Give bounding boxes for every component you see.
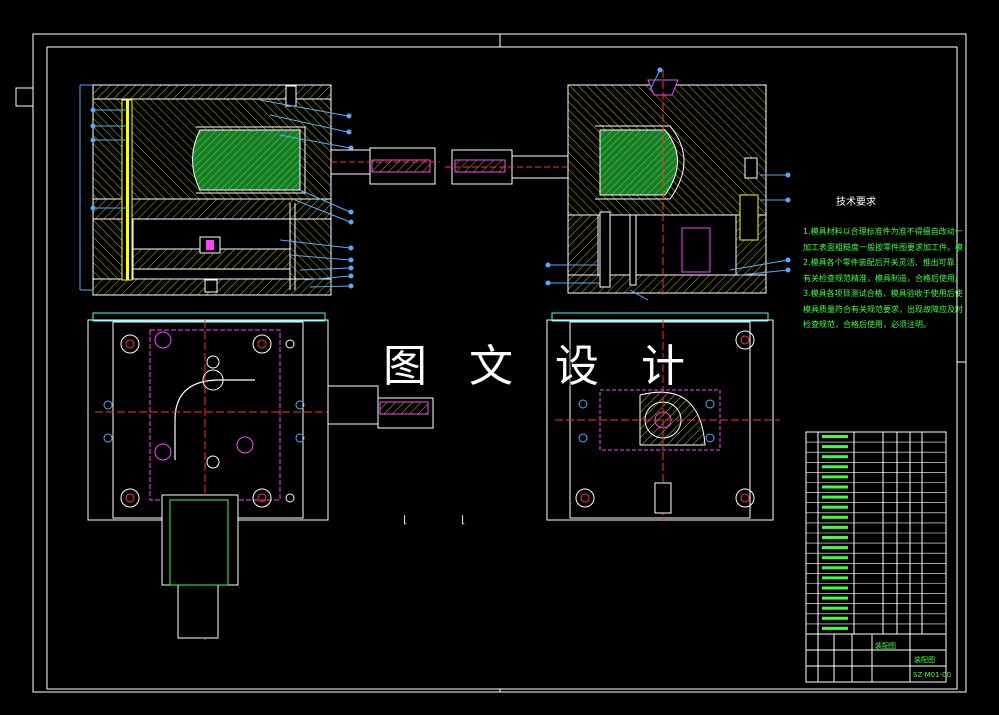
- parts-row-entry: [822, 505, 848, 509]
- tech-note: 有关检查规范精准，模具制造，合格后使用。: [803, 273, 963, 283]
- title-block-drawing-name: 装配图: [914, 656, 935, 664]
- parts-list-rows: [806, 431, 946, 630]
- section-view-right: [567, 70, 767, 295]
- tech-note: 模具质量符合有关规范要求，出现故障应及时修理，: [803, 304, 963, 314]
- parts-row-entry: [822, 586, 848, 590]
- tech-note: 2.模具各个零件装配后开关灵活、推出可靠: [803, 258, 955, 267]
- tech-note: 1.模具材料以合理标准件为准不得擅自改动一般按工装规范。: [803, 227, 963, 236]
- view-mark-right: ⌊: [460, 515, 467, 526]
- parts-row-entry: [822, 495, 848, 499]
- parts-row-entry: [822, 435, 848, 438]
- parts-row-entry: [822, 465, 848, 469]
- tech-note: 加工表面粗糙度一般按零件图要求加工件。模具应按要求配合装配: [803, 242, 963, 252]
- side-cylinder-left: [330, 147, 440, 185]
- title-block-company: 装配图: [875, 642, 896, 650]
- tech-note: 检查规范，合格后使用，必须注明。: [803, 320, 931, 329]
- parts-row-entry: [822, 525, 848, 529]
- parts-row-entry: [822, 556, 848, 560]
- parts-row-entry: [822, 455, 848, 459]
- parts-row-entry: [822, 546, 848, 550]
- side-cylinder-right: [445, 149, 569, 185]
- parts-row-entry: [822, 515, 848, 519]
- plan-view-left: [87, 312, 434, 640]
- view-mark-left: ⌊: [402, 515, 409, 526]
- parts-row-entry: [822, 566, 848, 570]
- parts-row-entry: [822, 475, 848, 479]
- title-block-drawing-number: SZ-M01-00: [913, 671, 952, 679]
- watermark-text: 图 文 设 计: [383, 341, 699, 392]
- parts-row-entry: [822, 536, 848, 539]
- section-view-left: [79, 84, 332, 296]
- parts-row-entry: [822, 606, 848, 610]
- technical-requirements-title: 技术要求: [836, 197, 876, 208]
- parts-row-entry: [822, 485, 848, 489]
- parts-row-entry: [822, 445, 848, 449]
- parts-row-entry: [822, 596, 848, 600]
- parts-row-entry: [822, 616, 848, 620]
- parts-row-entry: [822, 626, 848, 630]
- tech-note: 3.模具各项目测试合格，模具验收于使用后使用，: [803, 289, 963, 298]
- technical-requirements-notes: 1.模具材料以合理标准件为准不得擅自改动一般按工装规范。 加工表面粗糙度一般按零…: [803, 224, 963, 333]
- parts-row-entry: [822, 576, 848, 580]
